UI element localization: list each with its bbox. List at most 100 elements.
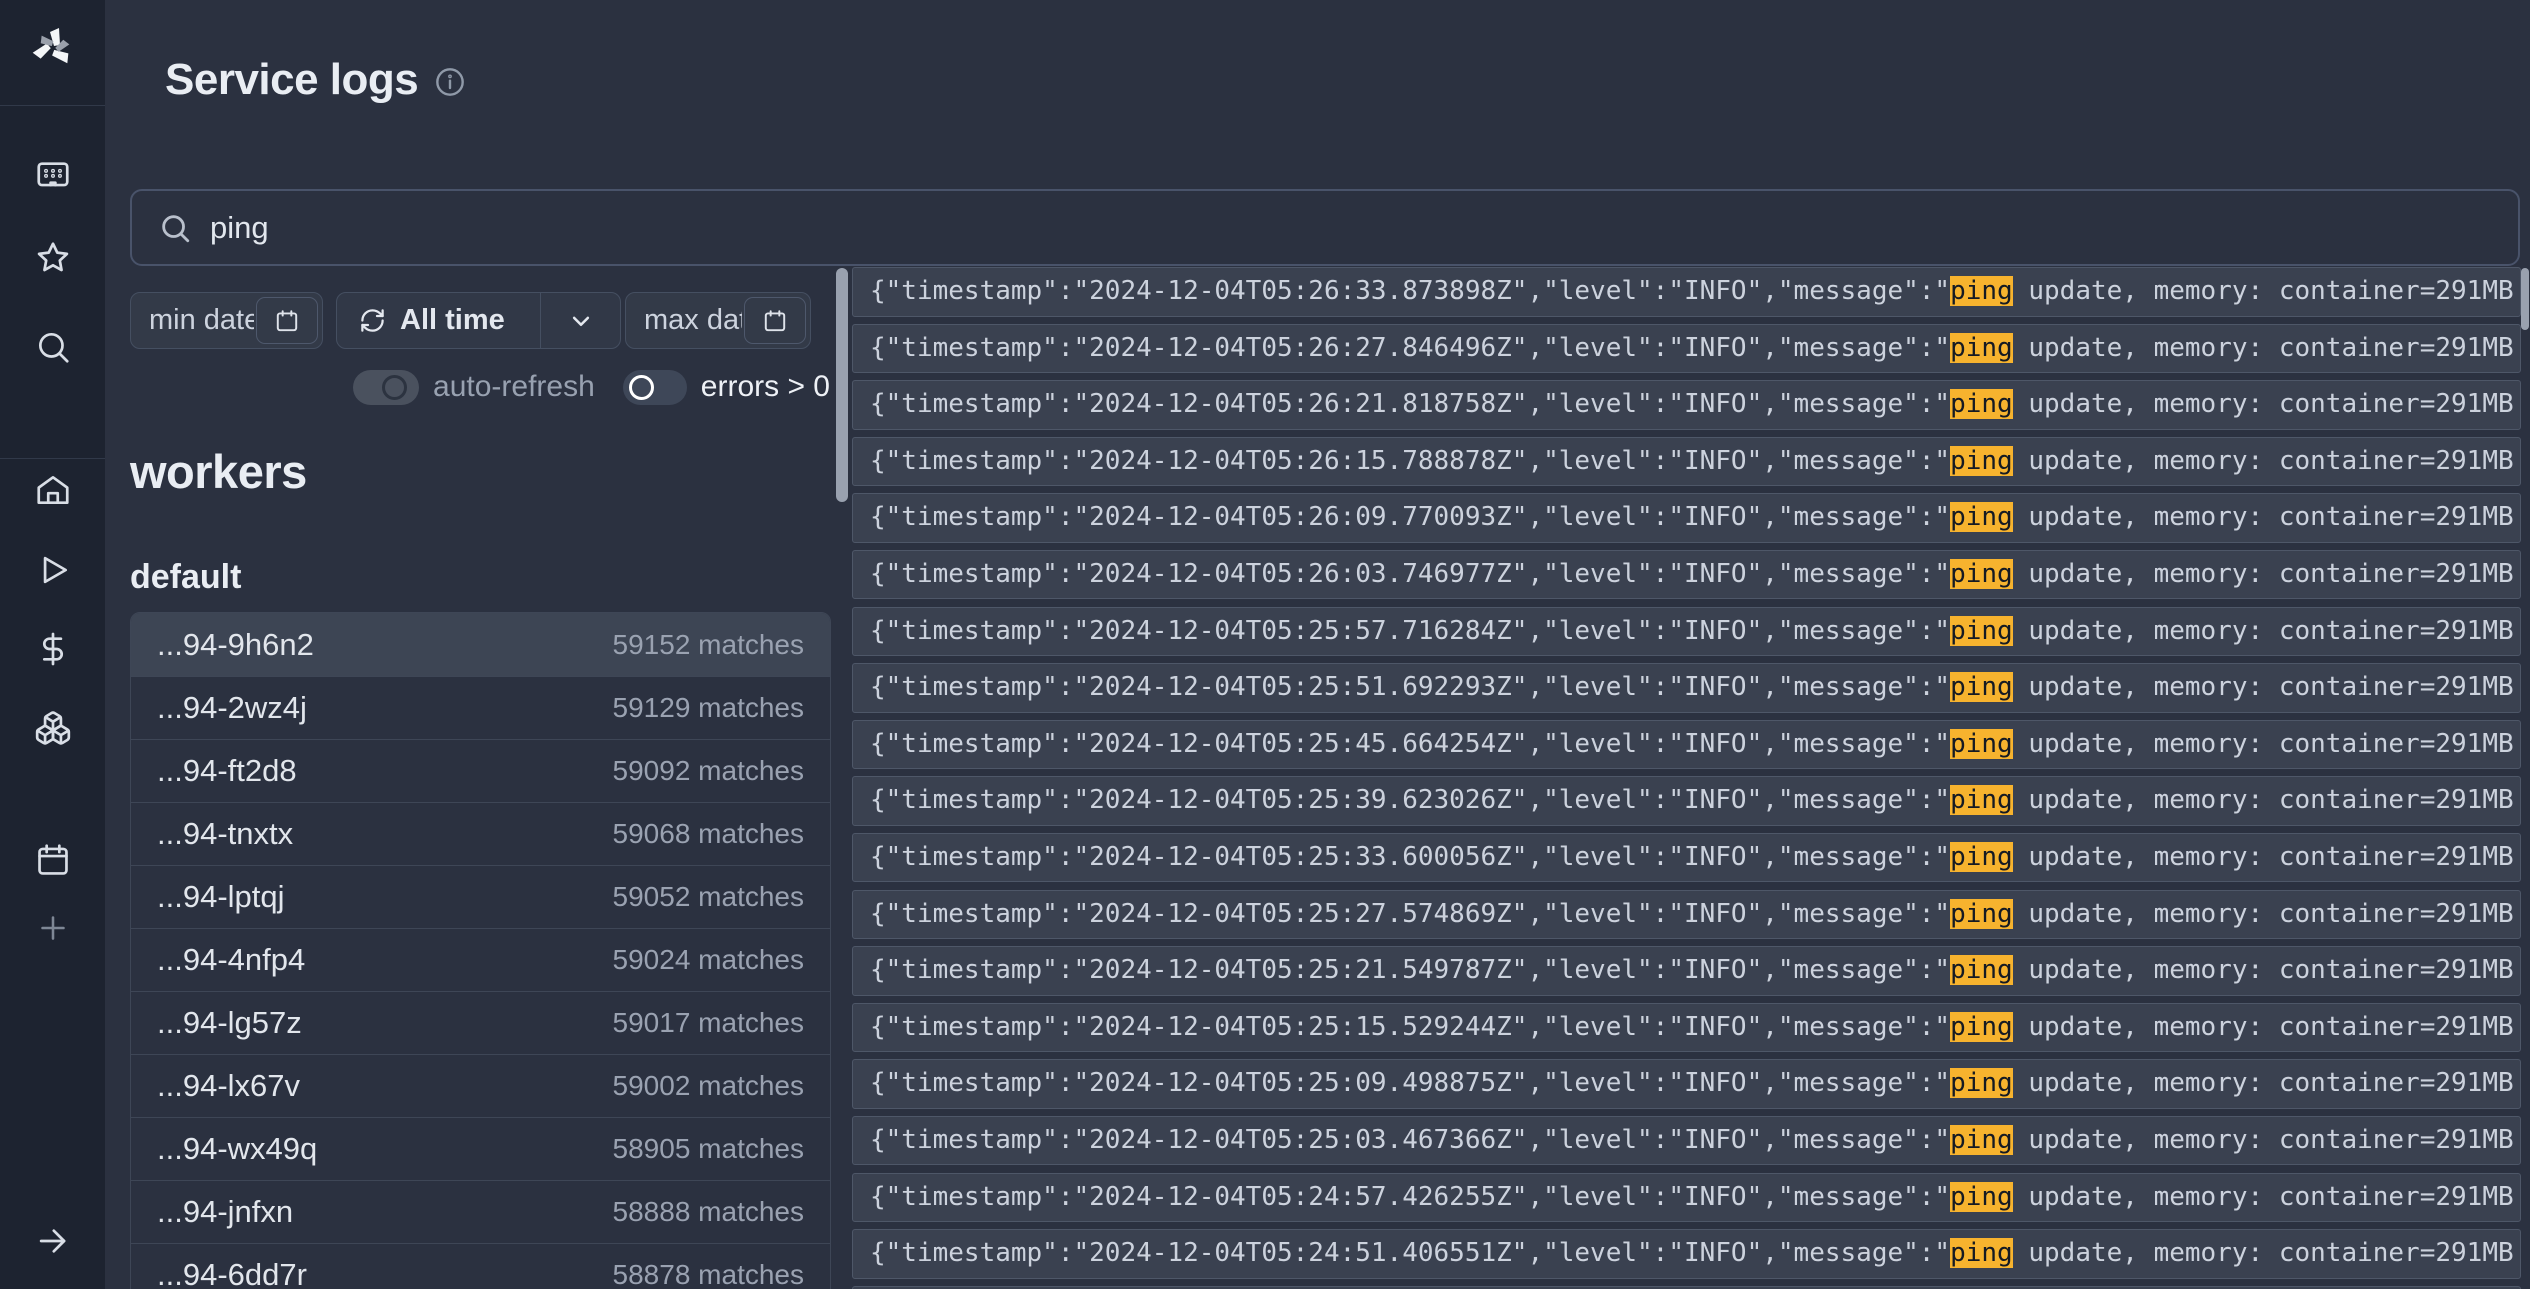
worker-row[interactable]: ...94-jnfxn 58888 matches: [131, 1180, 830, 1243]
calendar-icon: [762, 308, 788, 334]
worker-group-heading: default: [130, 558, 241, 597]
worker-name: ...94-lg57z: [157, 1005, 302, 1041]
log-text-suffix: update, memory: container=291MB: [2013, 1238, 2514, 1268]
log-text-prefix: {"timestamp":"2024-12-04T05:25:45.664254…: [870, 729, 1950, 759]
log-text-suffix: update, memory: container=291MB: [2013, 1125, 2514, 1155]
left-scrollbar-thumb[interactable]: [836, 268, 848, 502]
time-range-main[interactable]: All time: [337, 293, 540, 348]
right-scrollbar-thumb[interactable]: [2521, 268, 2529, 330]
variables-dollar-icon[interactable]: [33, 629, 73, 669]
log-text-suffix: update, memory: container=291MB: [2013, 842, 2514, 872]
log-highlight: ping: [1950, 899, 2013, 929]
worker-row[interactable]: ...94-lg57z 59017 matches: [131, 991, 830, 1054]
max-date-calendar-button[interactable]: [744, 297, 806, 344]
log-row: {"timestamp":"2024-12-04T05:26:15.788878…: [852, 437, 2521, 487]
time-range-dropdown[interactable]: [541, 293, 620, 348]
log-text-prefix: {"timestamp":"2024-12-04T05:26:15.788878…: [870, 446, 1950, 476]
log-text-prefix: {"timestamp":"2024-12-04T05:24:57.426255…: [870, 1182, 1950, 1212]
log-highlight: ping: [1950, 1068, 2013, 1098]
create-plus-icon[interactable]: [33, 908, 73, 948]
worker-row[interactable]: ...94-lptqj 59052 matches: [131, 865, 830, 928]
home-icon[interactable]: [33, 470, 73, 510]
log-text-suffix: update, memory: container=291MB: [2013, 899, 2514, 929]
log-row: {"timestamp":"2024-12-04T05:25:21.549787…: [852, 946, 2521, 996]
info-icon[interactable]: [434, 66, 466, 98]
worker-row[interactable]: ...94-ft2d8 59092 matches: [131, 739, 830, 802]
log-highlight: ping: [1950, 389, 2013, 419]
sidebar: [0, 0, 105, 1289]
main-content: Service logs All time: [105, 0, 2530, 1289]
min-date-calendar-button[interactable]: [256, 297, 318, 344]
log-text-prefix: {"timestamp":"2024-12-04T05:25:57.716284…: [870, 616, 1950, 646]
worker-row[interactable]: ...94-9h6n2 59152 matches: [131, 613, 830, 676]
max-date-field[interactable]: [644, 304, 742, 337]
calendar-icon: [274, 308, 300, 334]
log-text-suffix: update, memory: container=291MB: [2013, 672, 2514, 702]
resources-boxes-icon[interactable]: [33, 708, 73, 748]
log-panel: {"timestamp":"2024-12-04T05:26:33.873898…: [852, 267, 2521, 1289]
log-row: {"timestamp":"2024-12-04T05:26:09.770093…: [852, 493, 2521, 543]
worker-row[interactable]: ...94-2wz4j 59129 matches: [131, 676, 830, 739]
worker-row[interactable]: ...94-4nfp4 59024 matches: [131, 928, 830, 991]
log-row: {"timestamp":"2024-12-04T05:25:33.600056…: [852, 833, 2521, 883]
log-row: {"timestamp":"2024-12-04T05:25:15.529244…: [852, 1003, 2521, 1053]
log-text-prefix: {"timestamp":"2024-12-04T05:24:51.406551…: [870, 1238, 1950, 1268]
page-header: Service logs: [165, 52, 466, 108]
log-row: {"timestamp":"2024-12-04T05:25:09.498875…: [852, 1059, 2521, 1109]
windmill-logo-icon[interactable]: [29, 24, 77, 72]
log-row: {"timestamp":"2024-12-04T05:25:57.716284…: [852, 607, 2521, 657]
auto-refresh-toggle[interactable]: [353, 370, 419, 405]
log-text-prefix: {"timestamp":"2024-12-04T05:25:03.467366…: [870, 1125, 1950, 1155]
auto-refresh-label: auto-refresh: [433, 370, 595, 404]
worker-match-count: 59129 matches: [613, 692, 804, 724]
min-date-field[interactable]: [149, 304, 254, 337]
search-input[interactable]: [210, 210, 2518, 246]
log-text-prefix: {"timestamp":"2024-12-04T05:25:15.529244…: [870, 1012, 1950, 1042]
worker-row[interactable]: ...94-lx67v 59002 matches: [131, 1054, 830, 1117]
runs-play-icon[interactable]: [33, 550, 73, 590]
min-date-input[interactable]: [130, 292, 323, 349]
apps-icon[interactable]: [33, 154, 73, 194]
log-highlight: ping: [1950, 785, 2013, 815]
log-highlight: ping: [1950, 616, 2013, 646]
worker-match-count: 59068 matches: [613, 818, 804, 850]
log-text-suffix: update, memory: container=291MB: [2013, 1182, 2514, 1212]
favorites-star-icon[interactable]: [33, 238, 73, 278]
worker-row[interactable]: ...94-6dd7r 58878 matches: [131, 1243, 830, 1289]
errors-filter-toggle[interactable]: [623, 370, 687, 405]
log-row: {"timestamp":"2024-12-04T05:26:27.846496…: [852, 324, 2521, 374]
worker-match-count: 59092 matches: [613, 755, 804, 787]
log-text-prefix: {"timestamp":"2024-12-04T05:25:21.549787…: [870, 955, 1950, 985]
log-row: {"timestamp":"2024-12-04T05:25:45.664254…: [852, 720, 2521, 770]
max-date-input[interactable]: [625, 292, 811, 349]
expand-sidebar-arrow-icon[interactable]: [33, 1221, 73, 1261]
time-range-button[interactable]: All time: [336, 292, 621, 349]
worker-row[interactable]: ...94-wx49q 58905 matches: [131, 1117, 830, 1180]
worker-name: ...94-tnxtx: [157, 816, 293, 852]
worker-row[interactable]: ...94-tnxtx 59068 matches: [131, 802, 830, 865]
log-text-prefix: {"timestamp":"2024-12-04T05:25:51.692293…: [870, 672, 1950, 702]
log-row: {"timestamp":"2024-12-04T05:26:21.818758…: [852, 380, 2521, 430]
log-highlight: ping: [1950, 333, 2013, 363]
log-text-prefix: {"timestamp":"2024-12-04T05:25:39.623026…: [870, 785, 1950, 815]
worker-name: ...94-4nfp4: [157, 942, 305, 978]
log-row: {"timestamp":"2024-12-04T05:25:51.692293…: [852, 663, 2521, 713]
log-text-suffix: update, memory: container=291MB: [2013, 785, 2514, 815]
search-nav-icon[interactable]: [33, 327, 73, 367]
worker-name: ...94-lptqj: [157, 879, 285, 915]
log-row: {"timestamp":"2024-12-04T05:26:03.746977…: [852, 550, 2521, 600]
worker-list: ...94-9h6n2 59152 matches ...94-2wz4j 59…: [130, 612, 831, 1289]
log-highlight: ping: [1950, 559, 2013, 589]
refresh-icon: [359, 307, 386, 334]
log-text-prefix: {"timestamp":"2024-12-04T05:25:33.600056…: [870, 842, 1950, 872]
log-text-suffix: update, memory: container=291MB: [2013, 333, 2514, 363]
log-text-prefix: {"timestamp":"2024-12-04T05:25:27.574869…: [870, 899, 1950, 929]
log-text-prefix: {"timestamp":"2024-12-04T05:26:03.746977…: [870, 559, 1950, 589]
schedules-calendar-icon[interactable]: [33, 840, 73, 880]
log-highlight: ping: [1950, 502, 2013, 532]
log-text-prefix: {"timestamp":"2024-12-04T05:26:09.770093…: [870, 502, 1950, 532]
worker-name: ...94-9h6n2: [157, 627, 314, 663]
worker-name: ...94-lx67v: [157, 1068, 300, 1104]
log-row: {"timestamp":"2024-12-04T05:25:39.623026…: [852, 776, 2521, 826]
log-text-suffix: update, memory: container=291MB: [2013, 446, 2514, 476]
